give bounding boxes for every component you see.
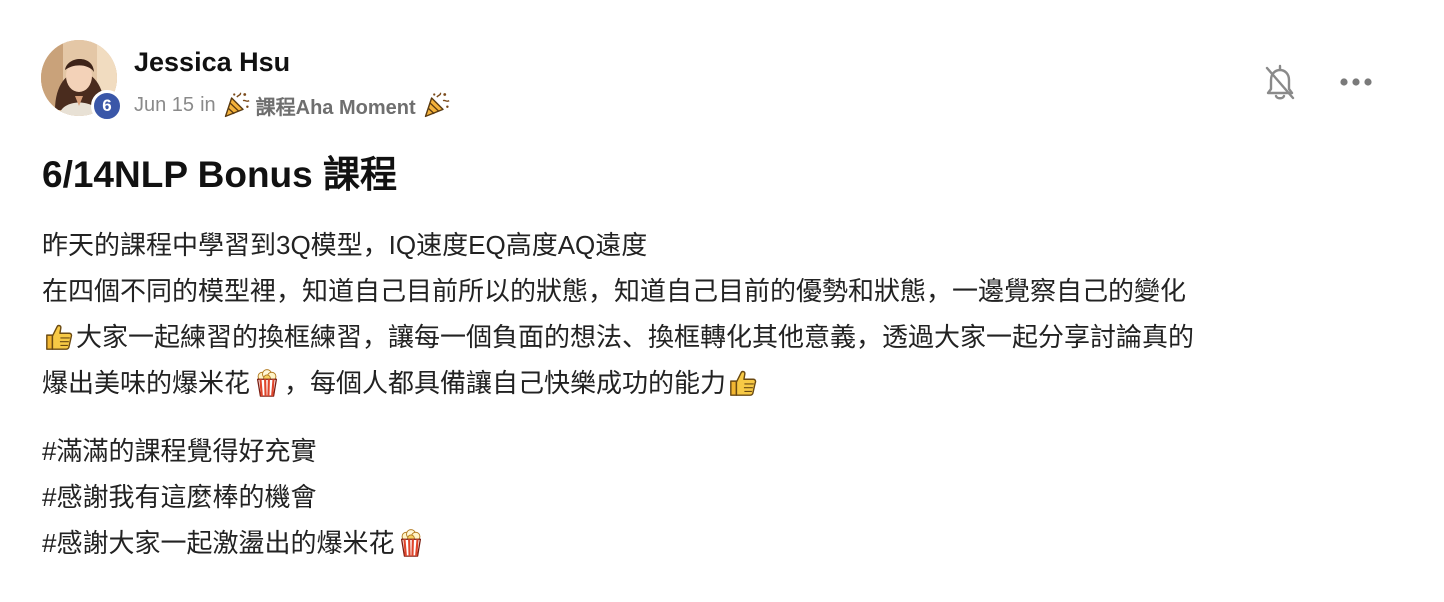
author-avatar-wrap[interactable]: 6: [41, 40, 123, 122]
level-badge: 6: [91, 90, 123, 122]
popcorn-icon: [252, 368, 282, 398]
party-popper-icon: [422, 91, 450, 119]
post-actions: [1262, 62, 1382, 102]
body-text: 爆出美味的爆米花: [42, 368, 251, 398]
body-text: 在四個不同的模型裡，知道自己目前所以的狀態，知道自己目前的優勢和狀態，一邊覺察自…: [42, 276, 1187, 306]
notification-bell-button[interactable]: [1262, 62, 1298, 102]
body-text: 昨天的課程中學習到3Q模型，IQ速度EQ高度AQ遠度: [42, 230, 648, 260]
post-body: 昨天的課程中學習到3Q模型，IQ速度EQ高度AQ遠度 在四個不同的模型裡，知道自…: [42, 222, 1412, 566]
post-date[interactable]: Jun 15: [134, 94, 194, 117]
author-name[interactable]: Jessica Hsu: [134, 46, 290, 78]
more-horizontal-icon: [1340, 78, 1372, 86]
post-title: 6/14NLP Bonus 課程: [42, 154, 398, 195]
body-line: 大家一起練習的換框練習，讓每一個負面的想法、換框轉化其他意義，透過大家一起分享討…: [42, 314, 1412, 360]
hashtag[interactable]: #感謝大家一起激盪出的爆米花: [42, 520, 394, 566]
more-options-button[interactable]: [1334, 66, 1378, 98]
hashtag-line: #感謝大家一起激盪出的爆米花: [42, 520, 1412, 566]
body-text: 大家一起練習的換框練習，讓每一個負面的想法、換框轉化其他意義，透過大家一起分享討…: [76, 322, 1195, 352]
body-text: ，每個人都具備讓自己快樂成功的能力: [284, 368, 727, 398]
hashtag-line: #滿滿的課程覺得好充實: [42, 428, 1412, 474]
bell-off-icon: [1265, 64, 1295, 100]
hashtag[interactable]: #滿滿的課程覺得好充實: [42, 428, 316, 474]
thumbs-up-icon: [728, 368, 758, 398]
popcorn-icon: [396, 528, 426, 558]
hashtag-line: #感謝我有這麼棒的機會: [42, 474, 1412, 520]
body-line: 在四個不同的模型裡，知道自己目前所以的狀態，知道自己目前的優勢和狀態，一邊覺察自…: [42, 268, 1412, 314]
category-link[interactable]: 課程Aha Moment: [256, 91, 416, 120]
party-popper-icon: [222, 91, 250, 119]
in-label: in: [200, 93, 216, 116]
hashtag[interactable]: #感謝我有這麼棒的機會: [42, 474, 316, 520]
body-line: 爆出美味的爆米花 ，每個人都具備讓自己快樂成功的能力: [42, 360, 1412, 406]
thumbs-up-icon: [44, 322, 74, 352]
post-card: 6 Jessica Hsu Jun 15 in 課程Aha Moment 6/1…: [0, 0, 1444, 602]
post-meta: Jun 15 in 課程Aha Moment: [134, 90, 450, 120]
body-line: 昨天的課程中學習到3Q模型，IQ速度EQ高度AQ遠度: [42, 222, 1412, 268]
